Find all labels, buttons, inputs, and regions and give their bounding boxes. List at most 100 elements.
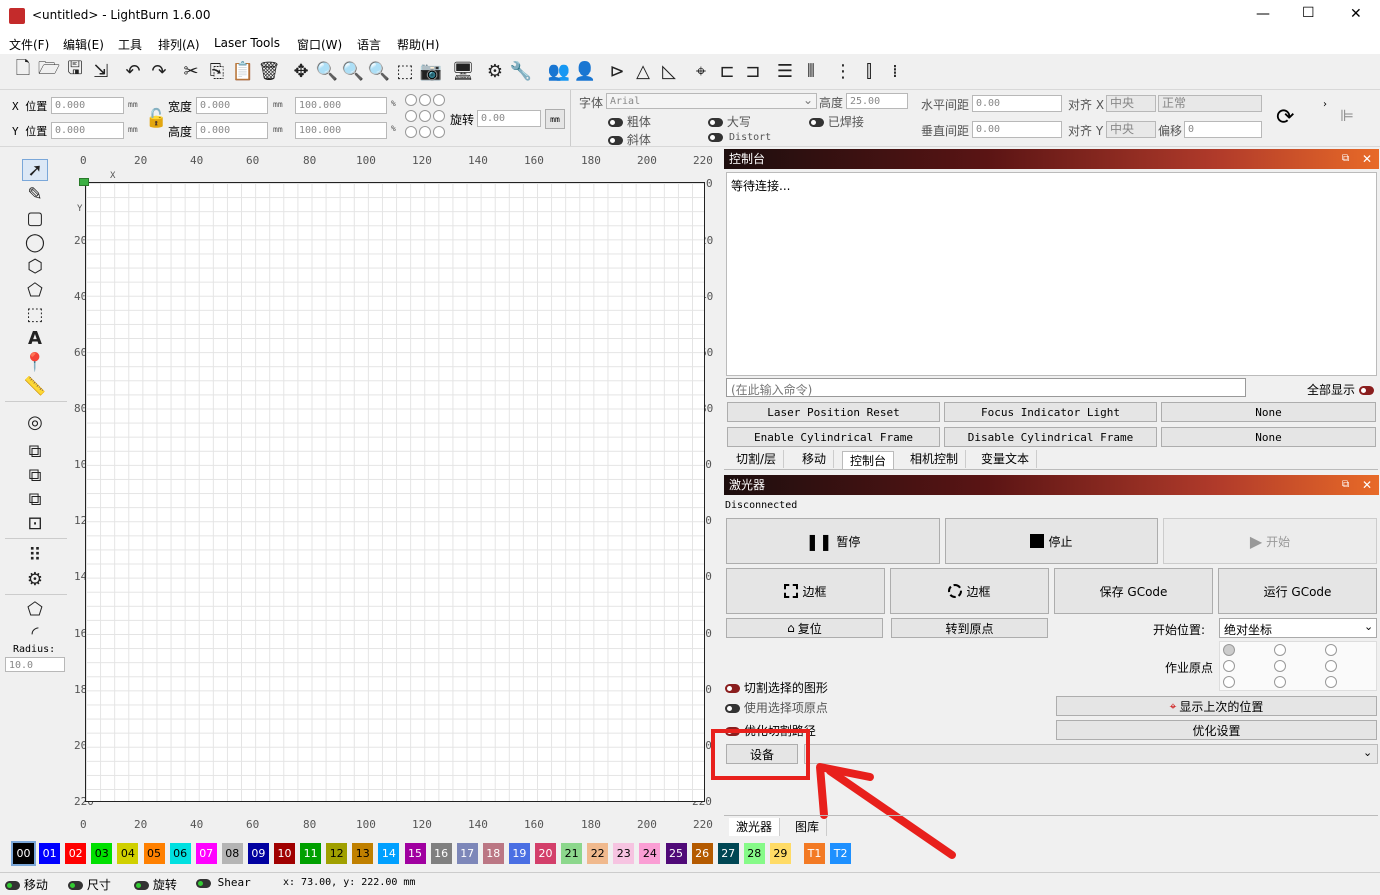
radius-tool-icon[interactable]: ◜ bbox=[22, 622, 48, 644]
maximize-button[interactable]: ☐ bbox=[1302, 5, 1315, 21]
macro-button-4[interactable]: Enable Cylindrical Frame bbox=[727, 427, 940, 447]
align-y-select[interactable]: 中央 bbox=[1106, 121, 1156, 138]
menu-window[interactable]: 窗口(W) bbox=[297, 36, 342, 53]
stop-button[interactable]: 停止 bbox=[945, 518, 1158, 564]
layer-color-swatch[interactable]: 04 bbox=[117, 843, 139, 864]
copy-icon[interactable]: ⎘ bbox=[204, 60, 230, 82]
rotate-toggle[interactable]: 旋转 bbox=[134, 876, 177, 893]
layer-color-swatch[interactable]: 14 bbox=[378, 843, 400, 864]
italic-toggle[interactable]: 斜体 bbox=[608, 131, 651, 148]
run-gcode-button[interactable]: 运行 GCode bbox=[1218, 568, 1377, 614]
boolean-diff-icon[interactable]: ⧉ bbox=[22, 464, 48, 486]
cut-selected-toggle[interactable]: 切割选择的图形 bbox=[725, 679, 828, 696]
layer-color-swatch[interactable]: T2 bbox=[830, 843, 852, 864]
select-tool-icon[interactable]: ➚ bbox=[22, 159, 48, 181]
align-panel-icon[interactable]: ⊫ bbox=[1340, 106, 1354, 125]
layer-color-swatch[interactable]: 13 bbox=[352, 843, 374, 864]
start-button[interactable]: ▶ 开始 bbox=[1163, 518, 1377, 564]
height-pct-input[interactable]: 100.000 bbox=[295, 122, 387, 139]
measure-tool-icon[interactable]: 📏 bbox=[22, 375, 48, 397]
text-mode-select[interactable]: 正常 bbox=[1158, 95, 1262, 112]
rotate-input[interactable]: 0.00 bbox=[477, 110, 541, 127]
boolean-intersect-icon[interactable]: ⧉ bbox=[22, 488, 48, 510]
align-icon-1[interactable]: ⊏ bbox=[714, 60, 740, 82]
move-toggle[interactable]: 移动 bbox=[5, 876, 48, 893]
layer-color-swatch[interactable]: 05 bbox=[143, 843, 165, 864]
menu-language[interactable]: 语言 bbox=[357, 36, 381, 53]
wrench-icon[interactable]: 🔧 bbox=[508, 60, 534, 82]
tab-cuts-layers[interactable]: 切割/层 bbox=[729, 450, 785, 468]
offset-tool-icon[interactable]: ◎ bbox=[22, 411, 48, 433]
command-input[interactable]: (在此输入命令) bbox=[726, 378, 1246, 397]
minimize-button[interactable]: — bbox=[1256, 6, 1270, 22]
distribute-icon-5[interactable]: ⁞ bbox=[882, 60, 908, 82]
tab-variable-text[interactable]: 变量文本 bbox=[974, 450, 1038, 468]
crosshair-icon[interactable]: ⌖ bbox=[688, 60, 714, 82]
panel-close-icon[interactable]: ✕ bbox=[1362, 149, 1372, 169]
new-file-icon[interactable]: 🗋 bbox=[10, 58, 36, 82]
zoom-out-icon[interactable]: 🔍 bbox=[366, 60, 392, 82]
group-icon[interactable]: 👥 bbox=[546, 60, 572, 82]
delete-icon[interactable]: 🗑 bbox=[256, 60, 282, 82]
shear-toggle[interactable]: Shear bbox=[196, 876, 251, 889]
mirror-h-icon[interactable]: ⊳ bbox=[604, 60, 630, 82]
layer-color-swatch[interactable]: 02 bbox=[65, 843, 87, 864]
layer-color-swatch[interactable]: 15 bbox=[404, 843, 426, 864]
tab-console[interactable]: 控制台 bbox=[842, 451, 895, 469]
settings-icon[interactable]: ⚙ bbox=[482, 60, 508, 82]
show-all-toggle[interactable]: 全部显示 bbox=[1307, 381, 1374, 398]
layer-color-swatch[interactable]: 26 bbox=[691, 843, 713, 864]
align-x-select[interactable]: 中央 bbox=[1106, 95, 1156, 112]
width-input[interactable]: 0.000 bbox=[196, 97, 268, 114]
distribute-icon-3[interactable]: ⋮ bbox=[830, 60, 856, 82]
panel-close-icon[interactable]: ✕ bbox=[1362, 475, 1372, 495]
use-selection-origin-toggle[interactable]: 使用选择项原点 bbox=[725, 699, 828, 716]
layer-color-swatch[interactable]: 09 bbox=[247, 843, 269, 864]
layer-color-swatch[interactable]: 29 bbox=[769, 843, 791, 864]
macro-button-1[interactable]: Laser Position Reset bbox=[727, 402, 940, 422]
macro-button-6[interactable]: None bbox=[1161, 427, 1376, 447]
size-toggle[interactable]: 尺寸 bbox=[68, 876, 111, 893]
mirror-v-icon[interactable]: △ bbox=[630, 60, 656, 82]
distribute-icon-1[interactable]: ☰ bbox=[772, 60, 798, 82]
align-icon-2[interactable]: ⊐ bbox=[740, 60, 766, 82]
pause-button[interactable]: ❚❚ 暂停 bbox=[726, 518, 940, 564]
float-icon[interactable]: ⧉ bbox=[1342, 475, 1349, 495]
paste-icon[interactable]: 📋 bbox=[230, 60, 256, 82]
zoom-fit-icon[interactable]: 🔍 bbox=[314, 60, 340, 82]
menu-edit[interactable]: 编辑(E) bbox=[63, 36, 104, 53]
menu-tools[interactable]: 工具 bbox=[118, 36, 142, 53]
boolean-union-icon[interactable]: ⧉ bbox=[22, 440, 48, 462]
layer-color-swatch[interactable]: 00 bbox=[11, 841, 36, 866]
layer-color-swatch[interactable]: 28 bbox=[743, 843, 765, 864]
macro-button-5[interactable]: Disable Cylindrical Frame bbox=[944, 427, 1157, 447]
goto-origin-button[interactable]: 转到原点 bbox=[891, 618, 1048, 638]
distort-toggle[interactable]: Distort bbox=[708, 132, 771, 143]
y-pos-input[interactable]: 0.000 bbox=[51, 122, 124, 139]
offset-input[interactable]: 0 bbox=[1184, 121, 1262, 138]
home-button[interactable]: ⌂ 复位 bbox=[726, 618, 883, 638]
rotate-shape-icon[interactable]: ◺ bbox=[656, 60, 682, 82]
layer-color-swatch[interactable]: 20 bbox=[535, 843, 556, 864]
vspace-input[interactable]: 0.00 bbox=[972, 121, 1062, 138]
radius-input[interactable]: 10.0 bbox=[5, 657, 65, 672]
zoom-frame-icon[interactable]: ⬚ bbox=[392, 60, 418, 82]
ellipse-tool-icon[interactable]: ◯ bbox=[22, 231, 48, 253]
caps-toggle[interactable]: 大写 bbox=[708, 113, 751, 130]
menu-laser-tools[interactable]: Laser Tools bbox=[214, 36, 280, 50]
polygon-tool-icon[interactable]: ⬡ bbox=[22, 255, 48, 277]
layer-color-swatch[interactable]: 21 bbox=[561, 843, 583, 864]
canvas-area[interactable]: 0 20 40 60 80 100 120 140 160 180 200 22… bbox=[70, 148, 720, 838]
edit-nodes-icon[interactable]: ⬠ bbox=[22, 279, 48, 301]
corner-tool-icon[interactable]: ⬠ bbox=[22, 598, 48, 620]
export-icon[interactable]: ⇲ bbox=[88, 60, 114, 82]
welded-toggle[interactable]: 已焊接 bbox=[809, 113, 864, 130]
height-input[interactable]: 0.000 bbox=[196, 122, 268, 139]
bold-toggle[interactable]: 粗体 bbox=[608, 113, 651, 130]
font-select[interactable]: Arial bbox=[606, 93, 817, 109]
layer-color-swatch[interactable]: 24 bbox=[639, 843, 661, 864]
x-pos-input[interactable]: 0.000 bbox=[51, 97, 124, 114]
camera-icon[interactable]: 📷 bbox=[418, 60, 444, 82]
menu-help[interactable]: 帮助(H) bbox=[397, 36, 439, 53]
macro-button-3[interactable]: None bbox=[1161, 402, 1376, 422]
